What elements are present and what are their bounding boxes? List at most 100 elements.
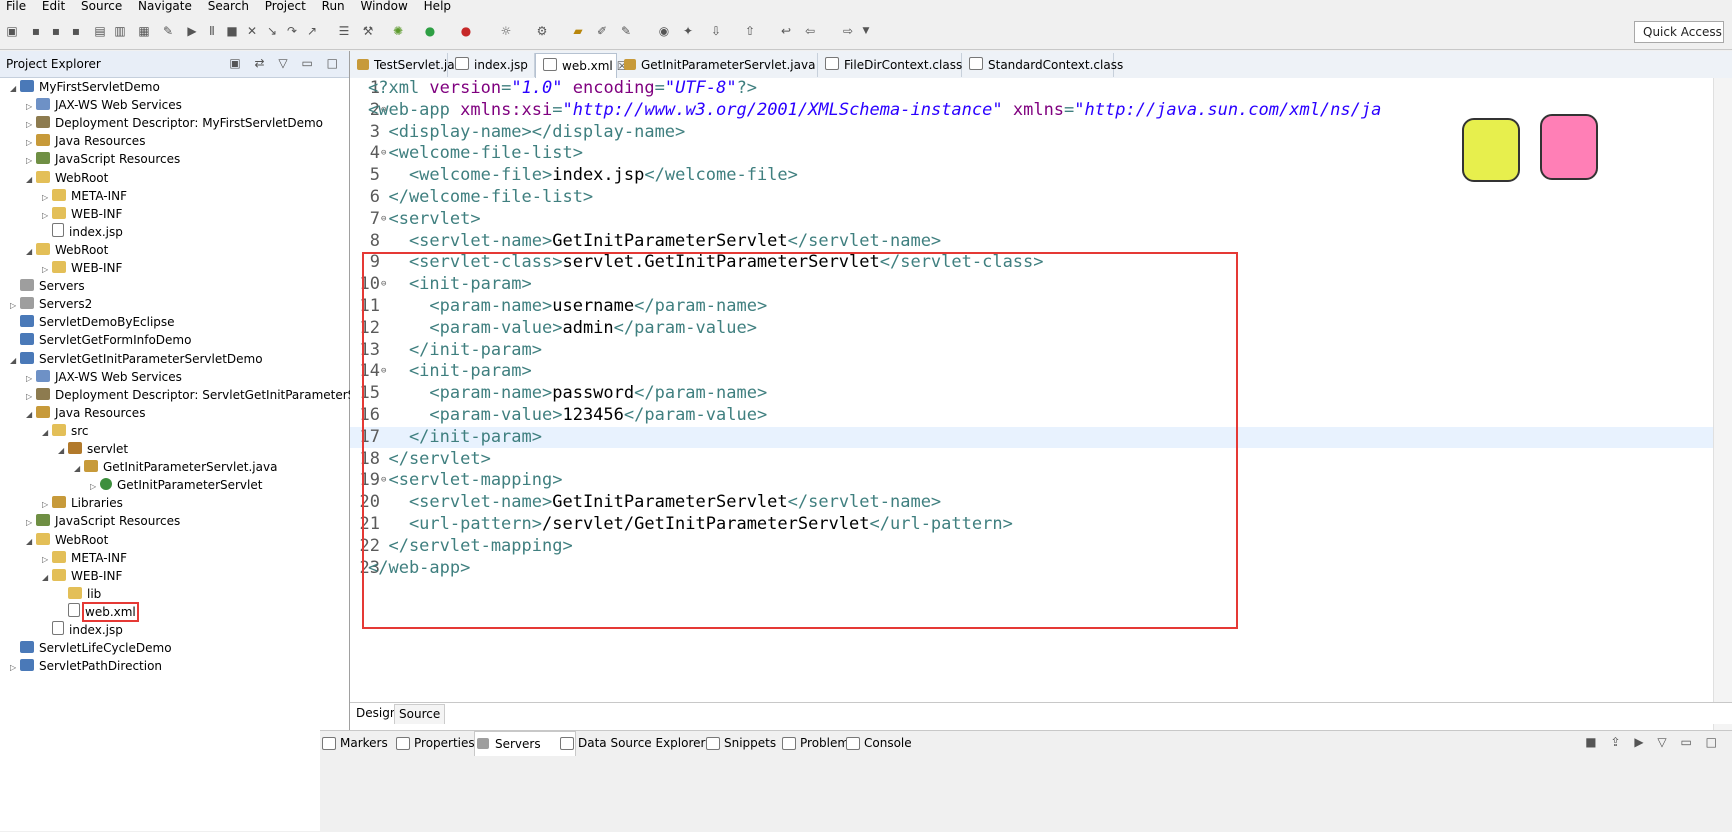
tree-item[interactable]: lib [58,585,101,604]
open-type-icon[interactable]: ▤ [92,23,108,39]
menu-search[interactable]: Search [202,0,255,13]
menu-project[interactable]: Project [259,0,312,13]
tree-item[interactable]: ◢ servlet [58,440,128,459]
maximize-icon[interactable]: □ [1706,735,1722,749]
tree-item[interactable]: ▷ ServletPathDirection [10,657,162,676]
editor-tab[interactable]: GetInitParameterServlet.java [617,53,818,77]
console-icon[interactable]: ▦ [136,23,152,39]
code-line[interactable]: 20 <servlet-name>GetInitParameterServlet… [350,492,1732,513]
collapsed-arrow-icon[interactable]: ▷ [10,658,20,677]
tree-item[interactable]: ServletDemoByEclipse [10,313,175,332]
code-line[interactable]: 19 ⊖ <servlet-mapping> [350,470,1732,491]
link-editor-icon[interactable]: ⇄ [255,56,270,70]
menu-edit[interactable]: Edit [36,0,71,13]
tree-item[interactable]: ▷ GetInitParameterServlet [90,476,262,495]
menu-file[interactable]: File [0,0,32,13]
minimize-icon[interactable]: ▭ [301,56,317,70]
code-line[interactable]: 7 ⊖ <servlet> [350,209,1732,230]
tree-item[interactable]: ▷ Deployment Descriptor: MyFirstServletDe… [26,114,323,133]
tree-item[interactable]: index.jsp [42,222,123,242]
forward-dropdown-icon[interactable]: ▼ [858,23,874,39]
menu-help[interactable]: Help [418,0,457,13]
code-line[interactable]: 14 ⊖ <init-param> [350,361,1732,382]
editor-tab[interactable]: index.jsp [448,53,535,77]
tree-item[interactable]: ▷ JavaScript Resources [26,150,180,169]
format-icon[interactable]: ☰ [336,23,352,39]
step-into-icon[interactable]: ↘ [264,23,280,39]
globe-icon[interactable]: ◉ [656,23,672,39]
code-line[interactable]: 22 </servlet-mapping> [350,536,1732,557]
step-over-icon[interactable]: ↷ [284,23,300,39]
tree-item[interactable]: web.xml [58,601,139,622]
code-line[interactable]: 13 </init-param> [350,340,1732,361]
tree-item[interactable]: ◢ WebRoot [26,531,108,550]
tree-item[interactable]: ▷ Libraries [42,494,123,513]
tree-item[interactable]: Servers [10,277,85,296]
code-line[interactable]: 23 </web-app> [350,558,1732,579]
code-line[interactable]: 12 <param-value>admin</param-value> [350,318,1732,339]
tree-item[interactable]: ▷ JavaScript Resources [26,512,180,531]
run-icon[interactable]: ● [422,23,438,39]
edit-icon[interactable]: ✐ [594,23,610,39]
expanded-arrow-icon[interactable]: ◢ [42,568,52,587]
expanded-arrow-icon[interactable]: ◢ [74,459,84,478]
code-line[interactable]: 11 <param-name>username</param-name> [350,296,1732,317]
tree-item[interactable]: ▷ META-INF [42,549,127,568]
tree-item[interactable]: ▷ Servers2 [10,295,92,314]
next-annotation-icon[interactable]: ⇩ [708,23,724,39]
tree-item[interactable]: ◢ ServletGetInitParameterServletDemo [10,350,263,369]
tree-item[interactable]: ◢ src [42,422,89,441]
tree-item[interactable]: ▷ WEB-INF [42,259,122,278]
maximize-icon[interactable]: □ [327,56,343,70]
code-line[interactable]: 8 <servlet-name>GetInitParameterServlet<… [350,231,1732,252]
expanded-arrow-icon[interactable]: ◢ [26,242,36,261]
code-line[interactable]: 1 <?xml version="1.0" encoding="UTF-8"?> [350,78,1732,99]
forward-icon[interactable]: ⇨ [840,23,856,39]
server-stop-icon[interactable]: ■ [1585,735,1601,749]
print-icon[interactable]: ▪ [68,23,84,39]
code-line[interactable]: 6 </welcome-file-list> [350,187,1732,208]
code-line[interactable]: 9 <servlet-class>servlet.GetInitParamete… [350,252,1732,273]
web-service-icon[interactable]: ⚙ [534,23,550,39]
pen-icon[interactable]: ✎ [618,23,634,39]
tree-item[interactable]: ◢ WebRoot [26,241,108,260]
debug-icon[interactable]: ✎ [160,23,176,39]
stop-icon[interactable]: ■ [224,23,240,39]
menu-navigate[interactable]: Navigate [132,0,198,13]
server-publish-icon[interactable]: ⇪ [1610,735,1625,749]
menu-source[interactable]: Source [75,0,128,13]
current-code-line[interactable]: 17 </init-param> [350,426,1732,448]
code-line[interactable]: 15 <param-name>password</param-name> [350,383,1732,404]
editor-tab[interactable]: FileDirContext.class [818,53,962,77]
tree-item[interactable]: ◢ WEB-INF [42,567,122,586]
code-line[interactable]: 16 <param-value>123456</param-value> [350,405,1732,426]
expanded-arrow-icon[interactable]: ◢ [10,351,20,370]
editor-tab[interactable]: StandardContext.class [962,53,1123,77]
open-resource-icon[interactable]: ▥ [112,23,128,39]
last-edit-icon[interactable]: ↩ [778,23,794,39]
quick-access-field[interactable]: Quick Access [1634,21,1724,43]
new-wizard-icon[interactable]: ☼ [498,23,514,39]
menu-run[interactable]: Run [316,0,351,13]
expanded-arrow-icon[interactable]: ◢ [26,170,36,189]
expanded-arrow-icon[interactable]: ◢ [42,423,52,442]
expanded-arrow-icon[interactable]: ◢ [10,79,20,98]
tree-item[interactable]: index.jsp [42,621,123,640]
tree-item[interactable]: ▷ JAX-WS Web Services [26,368,182,387]
debug-run-icon[interactable]: ✺ [390,23,406,39]
tree-item[interactable]: ▷ Java Resources [26,132,145,151]
view-menu-icon[interactable]: ▽ [1657,735,1671,749]
editor-tab[interactable]: TestServlet.java [350,53,469,77]
build-icon[interactable]: ⚒ [360,23,376,39]
back-icon[interactable]: ⇦ [802,23,818,39]
menu-window[interactable]: Window [355,0,414,13]
code-line[interactable]: 18 </servlet> [350,449,1732,470]
save-icon[interactable]: ▪ [28,23,44,39]
new-icon[interactable]: ▣ [4,23,20,39]
project-explorer-title[interactable]: Project Explorer [6,57,101,71]
pause-icon[interactable]: Ⅱ [204,23,220,39]
expanded-arrow-icon[interactable]: ◢ [26,532,36,551]
tree-item[interactable]: ServletGetFormInfoDemo [10,331,191,350]
code-line[interactable]: 21 <url-pattern>/servlet/GetInitParamete… [350,514,1732,535]
tree-item[interactable]: ▷ JAX-WS Web Services [26,96,182,115]
